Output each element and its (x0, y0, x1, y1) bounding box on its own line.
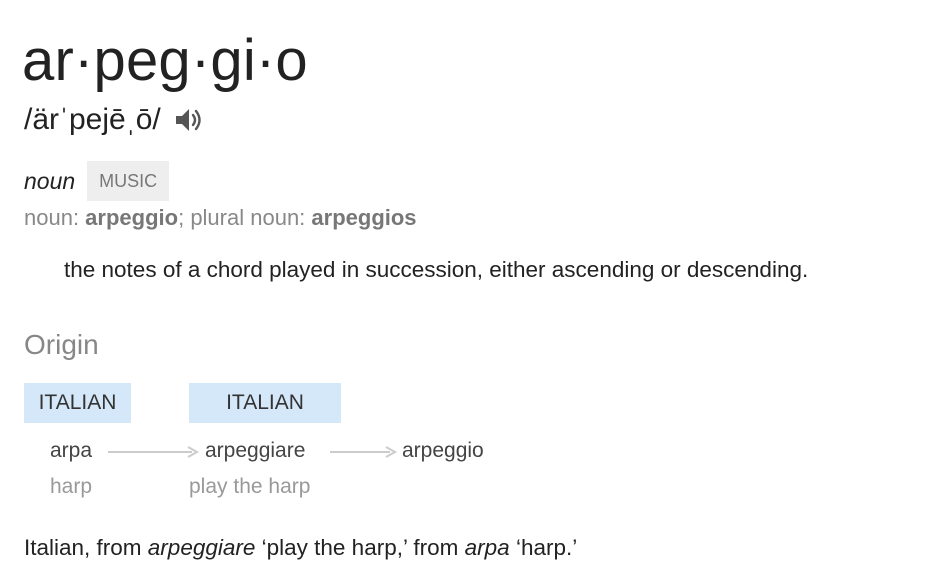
origin-heading: Origin (24, 329, 99, 360)
language-label-1: ITALIAN (24, 383, 131, 423)
origin-text-part: Italian, from (24, 535, 148, 560)
pronunciation: /ärˈpejēˌō/ (24, 103, 161, 136)
plural-label: plural noun: (190, 205, 312, 230)
subject-tag: MUSIC (87, 161, 170, 201)
headword: ar·peg·gi·o (22, 28, 308, 93)
language-label-2: ITALIAN (189, 383, 341, 423)
volume-up-icon[interactable] (173, 104, 205, 136)
dictionary-card: ar·peg·gi·o /ärˈpejēˌō/ noun MUSIC noun:… (0, 0, 938, 583)
inflection-forms: noun: arpeggio; plural noun: arpeggios (24, 203, 417, 233)
singular-form: arpeggio (85, 205, 179, 230)
arrow-right-icon (108, 446, 200, 458)
part-of-speech-row: noun MUSIC (24, 161, 170, 201)
pronunciation-row: /ärˈpejēˌō/ (24, 100, 205, 140)
etymon-word-1: arpa (50, 439, 93, 462)
plural-form: arpeggios (311, 205, 417, 230)
forms-separator: ; (178, 205, 191, 230)
definition: the notes of a chord played in successio… (64, 257, 809, 282)
etymon-gloss-2: play the harp (189, 475, 311, 498)
etymon-gloss-1: harp (50, 475, 93, 498)
origin-italic-word: arpeggiare (147, 535, 256, 560)
part-of-speech: noun (24, 167, 76, 194)
origin-description: Italian, from arpeggiare ‘play the harp,… (24, 533, 577, 563)
etymon-word-2: arpeggiare (205, 439, 306, 462)
origin-text-part: ‘play the harp,’ from (255, 535, 465, 560)
etymon-word-3: arpeggio (402, 439, 484, 462)
singular-label: noun: (24, 205, 86, 230)
origin-italic-word: arpa (464, 535, 510, 560)
arrow-right-icon (330, 446, 398, 458)
origin-text-part: ‘harp.’ (509, 535, 578, 560)
